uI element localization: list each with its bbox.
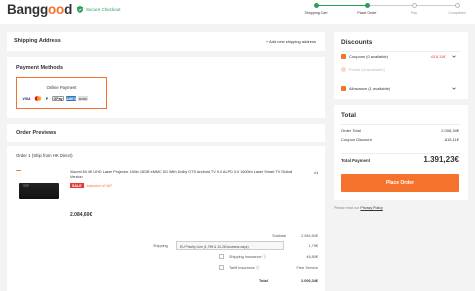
vat-note: Inclusive of VAT: [86, 183, 113, 188]
shipping-value: 1,79€: [308, 244, 318, 248]
total-title: Total: [341, 112, 357, 119]
chevron-down-icon[interactable]: [452, 87, 456, 90]
amex-icon: AMEX: [65, 96, 77, 101]
place-order-button[interactable]: Place Order: [341, 174, 459, 192]
online-payment-option[interactable]: Online Payment VISA P GPay AMEX BANK: [16, 77, 107, 109]
sale-badge: SALE: [70, 183, 84, 188]
shipping-insurance-label: Shipping Insurance ⓘ: [229, 255, 267, 259]
mastercard-icon: [34, 96, 42, 101]
divider: [341, 124, 461, 125]
tariff-insurance-label: Tariff Insurance ⓘ: [229, 266, 260, 270]
shipping-method-select[interactable]: EU Priority Line (1,79€ & 10-26 business…: [176, 241, 284, 250]
coupon-icon: [341, 54, 346, 59]
privacy-note: Please read our Privacy Policy: [334, 206, 383, 210]
coupon-discount-label: Coupon Discount: [341, 137, 372, 142]
shipping-method-value: EU Priority Line (1,79€ & 10-26 business…: [180, 244, 249, 249]
coupons-value: -615,11€: [430, 54, 446, 59]
product-qty: x1: [314, 170, 319, 175]
step-dot: [364, 3, 370, 8]
allowance-label: Allowance (1 available): [349, 86, 391, 91]
bank-transfer-icon: BANK: [78, 96, 88, 101]
divider: [341, 153, 461, 154]
product-image[interactable]: [16, 171, 63, 214]
total-payment-label: Total Payment: [341, 158, 371, 163]
shipping-label: Shipping: [153, 244, 168, 248]
online-payment-label: Online Payment: [46, 85, 77, 90]
top-header: Banggood Secure Checkout Shopping Cart P…: [0, 0, 475, 24]
divider: [341, 51, 461, 52]
points-label: Points (Unavailable): [349, 67, 385, 72]
banggood-logo[interactable]: Banggood: [7, 2, 72, 17]
discounts-title: Discounts: [341, 39, 373, 46]
step-shopping-cart: Shopping Cart: [301, 3, 331, 15]
tariff-insurance-checkbox[interactable]: [219, 265, 224, 270]
shipping-insurance-value: 48,80€: [306, 255, 318, 259]
order-total-value: 2.006,34€: [301, 279, 318, 283]
order-previews-header: Order Previews: [7, 124, 325, 142]
payment-card-logos: VISA P GPay AMEX BANK: [21, 96, 88, 101]
privacy-policy-link[interactable]: Privacy Policy: [360, 206, 382, 210]
order-total-summary-label: Order Total: [341, 128, 361, 133]
total-payment-value: 1.391,23€: [423, 155, 459, 164]
shipping-address-card: Shipping Address + Add new shipping addr…: [7, 32, 325, 51]
product-price: 2.084,60€: [70, 212, 93, 218]
secure-checkout-label: Secure Checkout: [86, 7, 121, 12]
chevron-down-icon[interactable]: [452, 55, 456, 58]
privacy-prefix: Please read our: [334, 206, 360, 210]
order-previews-title: Order Previews: [16, 130, 57, 136]
order-ship-from: Order 1 (Ship from HK Direct): [16, 153, 73, 158]
tariff-insurance-value: Free Service: [296, 266, 318, 270]
allowance-icon: [341, 86, 346, 91]
projector-lens: [23, 184, 29, 187]
coupons-label: Coupons (0 available): [349, 54, 388, 59]
paypal-icon: P: [45, 96, 49, 101]
subtotal-value: 2.084,60€: [301, 234, 318, 238]
shipping-insurance-checkbox[interactable]: [219, 254, 224, 259]
points-icon: [341, 67, 346, 72]
shield-icon: [77, 6, 83, 13]
google-pay-icon: GPay: [52, 96, 64, 101]
product-title[interactable]: Xiaomi Mi 4K UHD Laser Projector 150in 1…: [70, 170, 305, 180]
visa-icon: VISA: [22, 96, 31, 101]
step-pay: Pay: [399, 3, 429, 15]
add-address-link[interactable]: + Add new shipping address: [266, 39, 316, 44]
order-total-label: Total: [259, 279, 268, 283]
step-completed: Completed: [442, 3, 472, 15]
points-row: Points (Unavailable): [341, 67, 385, 72]
allowance-row[interactable]: Allowance (1 available): [341, 86, 390, 91]
step-dot: [313, 3, 319, 8]
step-dot: [411, 3, 417, 8]
payment-methods-title: Payment Methods: [16, 65, 64, 71]
coupon-discount-value: -615,11€: [443, 137, 460, 142]
secure-checkout: Secure Checkout: [77, 6, 121, 13]
coupons-row[interactable]: Coupons (0 available): [341, 54, 388, 59]
checkout-progress: Shopping Cart Place Order Pay Completed: [300, 3, 472, 21]
shipping-address-title: Shipping Address: [14, 38, 61, 44]
order-total-summary-value: 2.006,34€: [441, 128, 459, 133]
step-dot: [454, 3, 460, 8]
step-place-order: Place Order: [352, 3, 382, 15]
product-badges: SALE Inclusive of VAT: [70, 183, 112, 188]
